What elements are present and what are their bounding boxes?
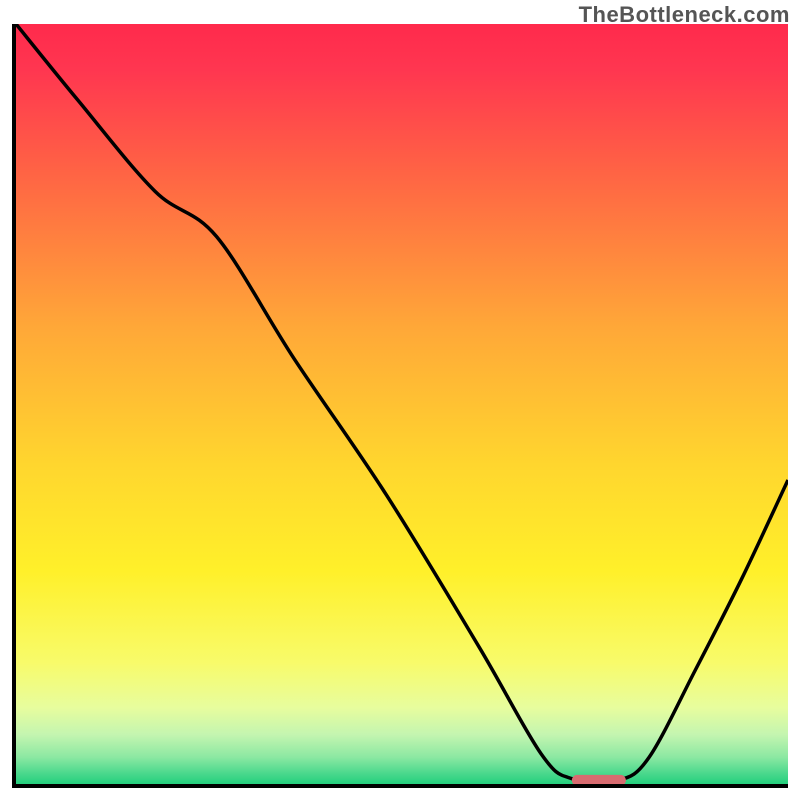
plot-svg [16,24,788,784]
watermark-text: TheBottleneck.com [579,2,790,28]
plot-area [12,24,788,788]
chart-container: TheBottleneck.com [0,0,800,800]
gradient-backdrop [16,24,788,784]
optimal-marker [572,775,626,784]
